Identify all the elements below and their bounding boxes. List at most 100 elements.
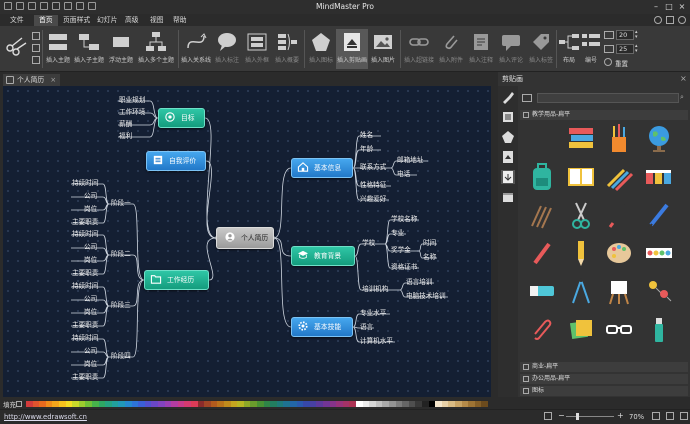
insert-boundary-button[interactable]: 插入外框 — [242, 29, 272, 69]
insert-attachment-button[interactable]: 插入附件 — [436, 29, 466, 69]
panel-close-icon[interactable]: × — [680, 74, 687, 83]
subtopic[interactable]: 专业 — [391, 229, 404, 237]
panel-toggle-icon[interactable] — [680, 412, 688, 420]
subtopic[interactable]: 性格特征 — [360, 181, 386, 189]
fullscreen-icon[interactable] — [652, 412, 660, 420]
subtopic[interactable]: 学校 — [362, 239, 375, 247]
subtopic[interactable]: 岗位 — [84, 308, 97, 316]
topic-basic-info[interactable]: 基本信息 — [291, 158, 353, 178]
category-header-collapsed[interactable]: 图标 — [520, 386, 688, 396]
palette-icon[interactable] — [604, 238, 634, 268]
eraser-icon[interactable] — [527, 276, 557, 306]
insert-comment-button[interactable]: 插入评论 — [496, 29, 526, 69]
subtopic[interactable]: 联系方式 — [360, 163, 386, 171]
open-book-icon[interactable] — [566, 162, 596, 192]
menu-page-style[interactable]: 页面样式 — [58, 15, 95, 26]
format-painter-icon[interactable] — [32, 56, 40, 64]
subtopic[interactable]: 岗位 — [84, 256, 97, 264]
topic-goal[interactable]: 目标 — [158, 108, 205, 128]
mindmap-canvas[interactable]: 个人简历 目标 自我评价 工作经历 基本信息 教育背景 基本技能 职业规划 工作… — [3, 86, 491, 397]
pencil-cup-icon[interactable] — [604, 124, 634, 154]
cut-paste-group[interactable] — [4, 34, 30, 58]
subtopic-stage[interactable]: 阶段二 — [111, 250, 131, 258]
subtopic[interactable]: 持续时间 — [72, 179, 98, 187]
topic-basic-skills[interactable]: 基本技能 — [291, 317, 353, 337]
subtopic[interactable]: 薪酬 — [119, 120, 132, 128]
subtopic[interactable]: 岗位 — [84, 360, 97, 368]
insert-tag-button[interactable]: 插入标签 — [526, 29, 556, 69]
crayon-icon[interactable] — [527, 238, 557, 268]
insert-note-button[interactable]: 插入注释 — [466, 29, 496, 69]
globe-icon[interactable] — [644, 124, 674, 154]
subtopic[interactable]: 持续时间 — [72, 334, 98, 342]
color-swatch[interactable] — [481, 401, 489, 407]
zoom-out-icon[interactable]: − — [558, 411, 565, 420]
subtopic-stage[interactable]: 阶段一 — [111, 199, 131, 207]
numbering-button[interactable]: 编号 — [580, 29, 602, 69]
subtopic[interactable]: 职业规划 — [119, 96, 145, 104]
pencil-icon[interactable] — [566, 238, 596, 268]
menu-home[interactable]: 首页 — [34, 15, 58, 26]
paint-tubes-icon[interactable] — [644, 162, 674, 192]
website-link[interactable]: http://www.edrawsoft.cn — [4, 413, 87, 421]
pen-icon[interactable] — [644, 200, 674, 230]
outline-icon[interactable] — [501, 110, 515, 124]
subtopic[interactable]: 公司 — [84, 295, 97, 303]
insert-icon-button[interactable]: 插入图标 — [306, 29, 336, 69]
subtopic[interactable]: 福利 — [119, 132, 132, 140]
category-header-expanded[interactable]: 教学用品-扁平 — [520, 110, 688, 120]
glue-icon[interactable] — [644, 314, 674, 344]
reset-button[interactable]: 重置 — [615, 58, 628, 68]
subtopic[interactable]: 公司 — [84, 347, 97, 355]
insert-picture-button[interactable]: 插入图片 — [368, 29, 398, 69]
subtopic[interactable]: 公司 — [84, 243, 97, 251]
clipart-library-icon[interactable] — [522, 94, 532, 102]
subtopic[interactable]: 主要职责 — [72, 218, 98, 226]
zoom-slider[interactable] — [566, 413, 614, 420]
share-icon[interactable] — [654, 16, 662, 24]
scissors-icon[interactable] — [566, 200, 596, 230]
subtopic[interactable]: 主要职责 — [72, 269, 98, 277]
books-icon[interactable] — [566, 124, 596, 154]
subtopic[interactable]: 电脑技术培训 — [406, 292, 446, 300]
topic-self-evaluation[interactable]: 自我评价 — [146, 151, 206, 171]
subtopic[interactable]: 年龄 — [360, 145, 373, 153]
format-brush-icon[interactable] — [501, 90, 515, 104]
subtopic[interactable]: 语言 — [360, 323, 373, 331]
maximize-icon[interactable]: □ — [663, 1, 675, 12]
central-topic[interactable]: 个人简历 — [216, 227, 274, 249]
marker-icon[interactable] — [604, 200, 634, 230]
presentation-icon[interactable] — [666, 412, 674, 420]
subtopic-stage[interactable]: 阶段三 — [111, 301, 131, 309]
search-icon[interactable]: ⌕ — [680, 93, 684, 102]
zoom-slider-thumb[interactable] — [576, 413, 579, 420]
subtopic[interactable]: 计算机水平 — [360, 337, 393, 345]
subtopic[interactable]: 培训机构 — [362, 285, 388, 293]
insert-multiple-topics-button[interactable]: 插入多个主题 — [136, 29, 176, 69]
glasses-icon[interactable] — [604, 314, 634, 344]
subtopic[interactable]: 专业水平 — [360, 309, 386, 317]
subtopic[interactable]: 邮箱地址 — [397, 156, 423, 164]
menu-view[interactable]: 视图 — [145, 15, 169, 26]
floating-topic-button[interactable]: 浮动主题 — [106, 29, 136, 69]
subtopic[interactable]: 姓名 — [360, 131, 373, 139]
subtopic[interactable]: 兴趣爱好 — [360, 195, 386, 203]
pushpin-icon[interactable] — [644, 276, 674, 306]
subtopic[interactable]: 学校名称 — [391, 215, 417, 223]
subtopic[interactable]: 时间 — [423, 239, 436, 247]
copy-icon[interactable] — [32, 32, 40, 40]
tab-close-icon[interactable]: × — [50, 76, 56, 84]
insert-clipart-button[interactable]: 插入剪贴画 — [336, 29, 368, 69]
menu-slides[interactable]: 幻灯片 — [92, 15, 122, 26]
close-icon[interactable]: × — [676, 1, 688, 12]
subtopic[interactable]: 主要职责 — [72, 373, 98, 381]
insert-relationship-button[interactable]: 插入关系线 — [180, 29, 212, 69]
watercolor-icon[interactable] — [644, 238, 674, 268]
insert-summary-button[interactable]: 插入概要 — [272, 29, 302, 69]
pencils-icon[interactable] — [604, 162, 634, 192]
menu-file[interactable]: 文件 — [5, 15, 29, 26]
vertical-spacing-input[interactable]: 25 — [616, 44, 634, 54]
fit-page-icon[interactable] — [544, 412, 552, 420]
clipart-tab-icon[interactable] — [501, 150, 515, 164]
horizontal-spacing-input[interactable]: 20 — [616, 30, 634, 40]
